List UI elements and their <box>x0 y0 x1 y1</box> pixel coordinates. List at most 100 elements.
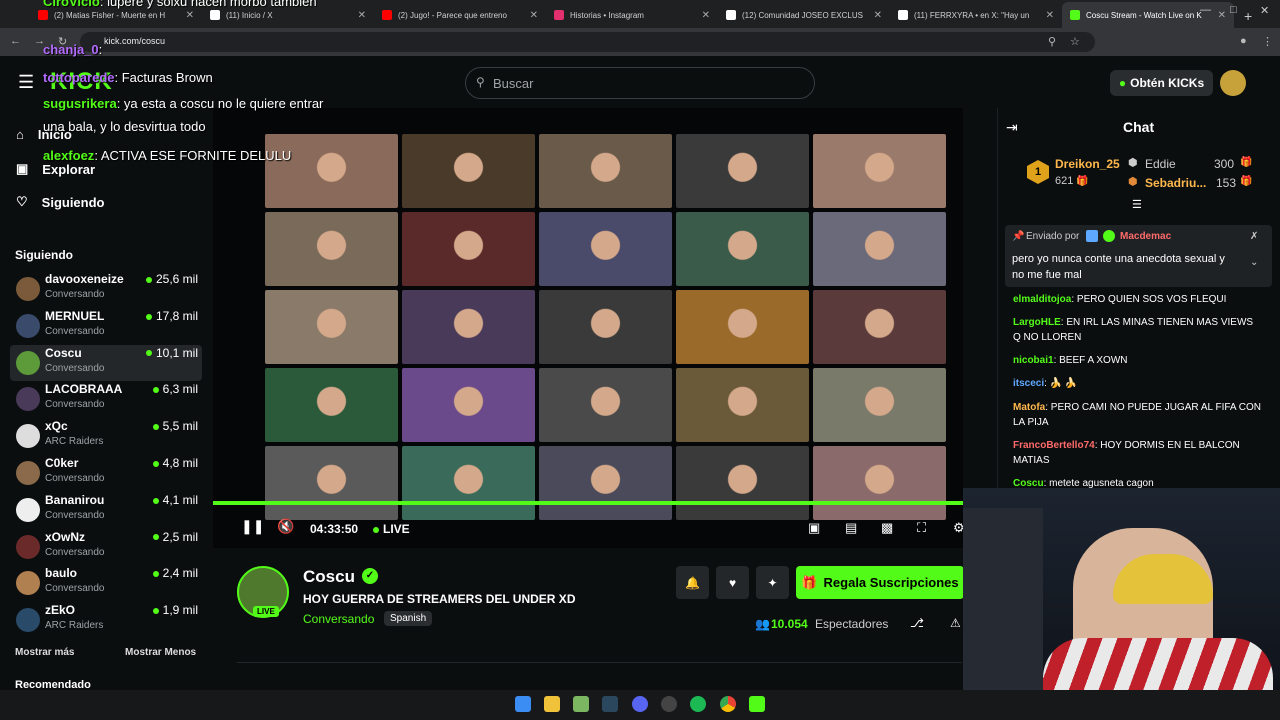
followed-channel[interactable]: C0ker Conversando 4,8 mil <box>10 455 202 491</box>
collapse-chat-icon[interactable]: ⇥ <box>1006 119 1018 136</box>
discord-icon[interactable] <box>632 696 648 712</box>
expand-pinned-icon[interactable]: ⌄ <box>1250 257 1258 268</box>
maximize-icon[interactable]: □ <box>1230 4 1237 16</box>
tab-close-icon[interactable]: ✕ <box>186 10 194 21</box>
omnibox[interactable] <box>80 32 1095 52</box>
fullscreen-icon[interactable]: ⛶ <box>917 520 926 536</box>
bookmark-star-icon[interactable]: ☆ <box>1070 35 1080 48</box>
show-more-link[interactable]: Mostrar más <box>15 647 74 658</box>
followed-channel[interactable]: xOwNz Conversando 2,5 mil <box>10 529 202 565</box>
followed-channel[interactable]: LACOBRAAA Conversando 6,3 mil <box>10 381 202 417</box>
tab-close-icon[interactable]: ✕ <box>1218 10 1226 21</box>
nav-explore[interactable]: ▣ Explorar <box>16 161 95 177</box>
overlay-chat-user: tottoparede <box>43 70 115 85</box>
overlay-chat-text: una bala, y lo desvirtua todo <box>43 119 206 134</box>
nav-following-label: Siguiendo <box>41 194 105 210</box>
browser-tab[interactable]: (11) FERRXYRA • en X: "Hay un ✕ <box>890 2 1062 28</box>
tab-favicon-icon <box>1070 10 1080 20</box>
sparkle-button[interactable]: ✦ <box>756 566 789 599</box>
video-player[interactable] <box>213 108 963 548</box>
back-icon[interactable]: ← <box>10 35 21 47</box>
minimize-icon[interactable]: — <box>1200 4 1211 16</box>
app-icon[interactable] <box>661 696 677 712</box>
user-avatar[interactable] <box>1220 70 1246 96</box>
theater-icon[interactable]: ▤ <box>845 520 857 536</box>
tab-close-icon[interactable]: ✕ <box>874 10 882 21</box>
tab-close-icon[interactable]: ✕ <box>1046 10 1054 21</box>
viewers-label: Espectadores <box>815 617 889 631</box>
follow-heart-button[interactable]: ♥ <box>716 566 749 599</box>
chat-username[interactable]: itsceci <box>1013 378 1044 389</box>
search-icon: ⚲ <box>476 75 485 89</box>
chat-username[interactable]: LargoHLE <box>1013 317 1061 328</box>
pause-icon[interactable]: ❚❚ <box>241 518 264 535</box>
chrome-icon[interactable] <box>720 696 736 712</box>
followed-channel-viewers: 6,3 mil <box>152 382 198 396</box>
chat-username[interactable]: elmalditojoa <box>1013 294 1071 305</box>
chat-username[interactable]: Matofa <box>1013 402 1045 413</box>
share-icon[interactable]: ⎇ <box>910 616 924 630</box>
hamburger-menu-icon[interactable]: ☰ <box>18 72 34 93</box>
followed-channel[interactable]: MERNUEL Conversando 17,8 mil <box>10 308 202 344</box>
browser-tab[interactable]: (12) Comunidad JOSEO EXCLUS ✕ <box>718 2 890 28</box>
mute-icon[interactable]: 🔇 <box>277 518 294 535</box>
channel-name[interactable]: Coscu <box>303 567 355 587</box>
followed-channel[interactable]: Coscu Conversando 10,1 mil <box>10 344 202 381</box>
followed-channel-category: Conversando <box>45 473 105 484</box>
new-tab-button[interactable]: + <box>1234 8 1262 28</box>
top-gifter-2-name[interactable]: Eddie <box>1145 157 1176 171</box>
gift-subs-button[interactable]: 🎁 Regala Suscripciones <box>796 566 964 599</box>
home-icon: ⌂ <box>16 127 24 142</box>
participant-video-tile <box>813 212 946 286</box>
file-explorer-icon[interactable] <box>544 696 560 712</box>
followed-channel[interactable]: xQc ARC Raiders 5,5 mil <box>10 418 202 454</box>
clip-icon[interactable]: ▣ <box>808 520 820 536</box>
video-progress-bar[interactable] <box>213 501 963 505</box>
chat-username[interactable]: nicobai1 <box>1013 355 1054 366</box>
unpin-icon[interactable]: ✗ <box>1250 231 1258 242</box>
participant-video-tile <box>676 134 809 208</box>
url-text[interactable]: kick.com/coscu <box>104 36 165 46</box>
chat-username[interactable]: FrancoBertello74 <box>1013 440 1095 451</box>
followed-channel[interactable]: davooxeneize Conversando 25,6 mil <box>10 271 202 307</box>
overlay-chat-text: : ya esta a coscu no le quiere entrar <box>116 96 324 111</box>
minecraft-icon[interactable] <box>573 696 589 712</box>
tab-close-icon[interactable]: ✕ <box>702 10 710 21</box>
tab-close-icon[interactable]: ✕ <box>530 10 538 21</box>
kick-app-icon[interactable] <box>749 696 765 712</box>
steam-icon[interactable] <box>602 696 618 712</box>
spotify-icon[interactable] <box>690 696 706 712</box>
windows-start-icon[interactable] <box>515 696 531 712</box>
report-icon[interactable]: ⚠ <box>950 616 961 630</box>
channel-avatar <box>16 608 40 633</box>
overlay-chat-message: sugusrikera: ya esta a coscu no le quier… <box>43 96 323 111</box>
kebab-menu-icon[interactable]: ⋮ <box>1262 35 1273 48</box>
miniplayer-icon[interactable]: ▩ <box>881 520 893 536</box>
top-gifter-3-name[interactable]: Sebadriu... <box>1145 176 1206 190</box>
tab-close-icon[interactable]: ✕ <box>358 10 366 21</box>
language-tag[interactable]: Spanish <box>384 611 433 626</box>
browser-tab[interactable]: (2) Jugo! - Parece que entreno ✕ <box>374 2 546 28</box>
tab-favicon-icon <box>38 10 48 20</box>
expand-leaderboard-icon[interactable]: ☰ <box>1132 198 1142 211</box>
followed-channel[interactable]: baulo Conversando 2,4 mil <box>10 565 202 601</box>
nav-following[interactable]: ♡ Siguiendo <box>16 194 105 210</box>
zoom-icon[interactable]: ⚲ <box>1048 35 1056 48</box>
followed-channel-category: Conversando <box>45 546 105 558</box>
followed-channel-category: Conversando <box>45 325 105 337</box>
followed-channel-category: ARC Raiders <box>45 620 104 632</box>
top-gifter-1-name[interactable]: Dreikon_25 <box>1055 157 1120 171</box>
channel-avatar <box>16 313 40 338</box>
close-window-icon[interactable]: ✕ <box>1260 4 1269 17</box>
show-less-link[interactable]: Mostrar Menos <box>125 647 196 658</box>
followed-channel[interactable]: Bananirou Conversando 4,1 mil <box>10 492 202 528</box>
browser-tab[interactable]: Historias • Instagram ✕ <box>546 2 718 28</box>
profile-avatar[interactable]: ● <box>1240 35 1247 47</box>
pinned-user[interactable]: Macdemac <box>1120 231 1171 242</box>
get-kicks-button[interactable]: ● Obtén KICKs <box>1110 70 1213 96</box>
notification-bell-button[interactable]: 🔔 <box>676 566 709 599</box>
followed-channel[interactable]: zEkO ARC Raiders 1,9 mil <box>10 602 202 638</box>
stream-category[interactable]: Conversando <box>303 612 374 626</box>
channel-avatar <box>16 387 40 412</box>
channel-avatar <box>16 461 40 485</box>
